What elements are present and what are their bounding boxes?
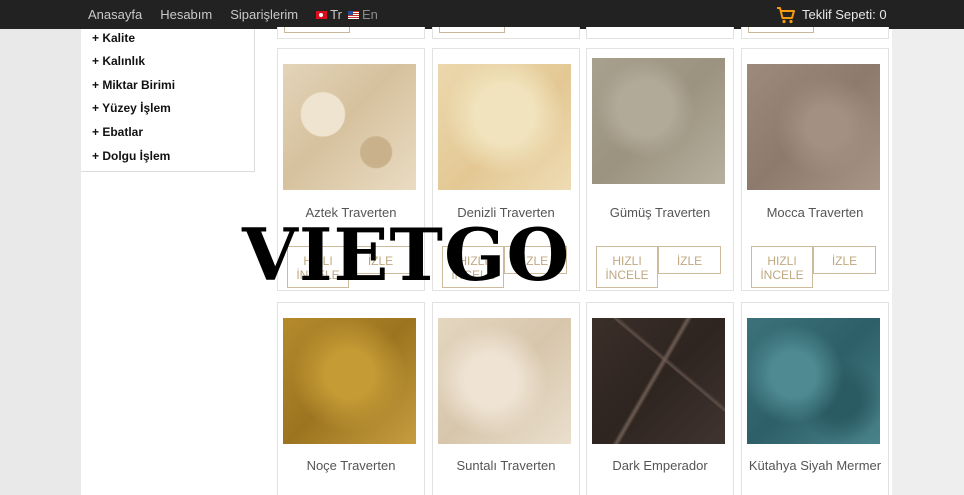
quote-cart-label: Teklif Sepeti: 0 <box>802 7 887 22</box>
button-stub <box>284 27 350 33</box>
product-image[interactable] <box>283 64 416 190</box>
filter-unit[interactable]: + Miktar Birimi <box>92 78 175 92</box>
quote-cart[interactable]: Teklif Sepeti: 0 <box>776 0 887 29</box>
filter-filling[interactable]: + Dolgu İşlem <box>92 149 170 163</box>
product-card-noce[interactable]: Noçe Traverten <box>277 302 425 495</box>
language-english[interactable]: En <box>347 7 378 22</box>
language-english-label: En <box>361 7 378 22</box>
filter-surface[interactable]: + Yüzey İşlem <box>92 101 171 115</box>
turkey-flag-icon <box>316 10 328 19</box>
product-card-partial <box>741 27 889 39</box>
language-turkish[interactable]: Tr <box>316 7 342 22</box>
shopping-cart-icon <box>777 6 795 23</box>
filter-quality[interactable]: + Kalite <box>92 31 135 45</box>
product-image[interactable] <box>747 318 880 444</box>
view-button[interactable]: İZLE <box>658 246 721 274</box>
product-title[interactable]: Kütahya Siyah Mermer <box>742 458 888 473</box>
product-title[interactable]: Mocca Traverten <box>742 205 888 220</box>
product-card-kutahya[interactable]: Kütahya Siyah Mermer <box>741 302 889 495</box>
product-image[interactable] <box>747 64 880 190</box>
filter-sidebar: + Kalite + Kalınlık + Miktar Birimi + Yü… <box>81 29 266 495</box>
product-title[interactable]: Gümüş Traverten <box>587 205 733 220</box>
product-card-partial <box>277 27 425 39</box>
product-card-suntali[interactable]: Suntalı Traverten <box>432 302 580 495</box>
product-title[interactable]: Dark Emperador <box>587 458 733 473</box>
product-card-partial <box>432 27 580 39</box>
product-title[interactable]: Suntalı Traverten <box>433 458 579 473</box>
product-image[interactable] <box>283 318 416 444</box>
right-gutter <box>892 29 964 495</box>
quick-view-button[interactable]: HIZLI İNCELE <box>751 246 813 288</box>
filter-sizes[interactable]: + Ebatlar <box>92 125 143 139</box>
nav-account-link[interactable]: Hesabım <box>160 7 212 22</box>
top-nav-links: Anasayfa Hesabım Siparişlerim Tr En <box>88 0 384 29</box>
button-stub <box>439 27 505 33</box>
button-stub <box>748 27 814 33</box>
product-title[interactable]: Noçe Traverten <box>278 458 424 473</box>
nav-orders-link[interactable]: Siparişlerim <box>230 7 298 22</box>
filter-thickness[interactable]: + Kalınlık <box>92 54 145 68</box>
product-image[interactable] <box>592 58 725 184</box>
quick-view-button[interactable]: HIZLI İNCELE <box>596 246 658 288</box>
product-card-gumus[interactable]: Gümüş Traverten HIZLI İNCELE İZLE <box>586 48 734 291</box>
watermark-text: VIETGO <box>242 212 571 297</box>
product-image[interactable] <box>592 318 725 444</box>
product-image[interactable] <box>438 64 571 190</box>
top-navigation-bar: Anasayfa Hesabım Siparişlerim Tr En Tekl… <box>0 0 964 29</box>
filter-list: + Kalite + Kalınlık + Miktar Birimi + Yü… <box>81 29 255 172</box>
us-flag-icon <box>347 10 359 19</box>
product-card-dark-emperador[interactable]: Dark Emperador <box>586 302 734 495</box>
nav-home-link[interactable]: Anasayfa <box>88 7 142 22</box>
view-button[interactable]: İZLE <box>813 246 876 274</box>
product-card-mocca[interactable]: Mocca Traverten HIZLI İNCELE İZLE <box>741 48 889 291</box>
product-image[interactable] <box>438 318 571 444</box>
product-card-partial <box>586 27 734 39</box>
language-turkish-label: Tr <box>330 7 342 22</box>
